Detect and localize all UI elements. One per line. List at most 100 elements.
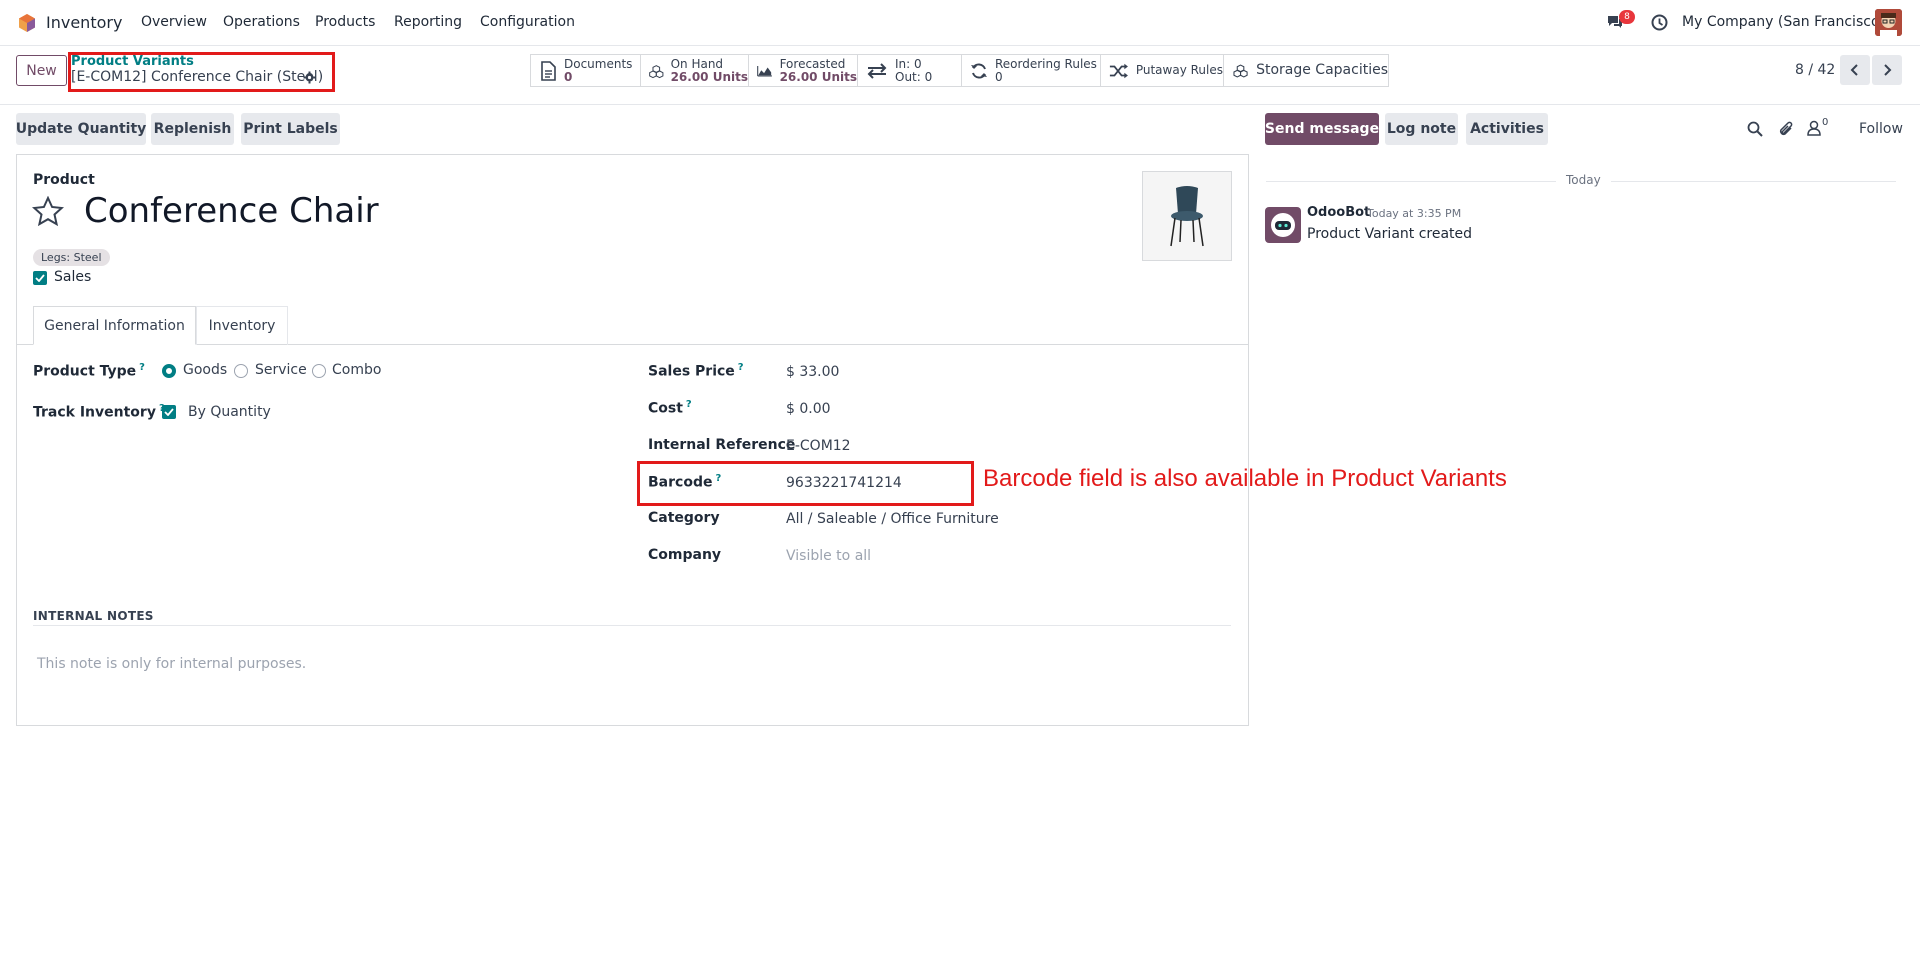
internal-reference-label: Internal Reference [648, 437, 796, 453]
annotation-text: Barcode field is also available in Produ… [983, 465, 1507, 492]
product-type-combo-radio[interactable] [312, 364, 326, 378]
check-icon [35, 274, 45, 282]
menu-configuration[interactable]: Configuration [480, 14, 575, 30]
messages-badge: 8 [1619, 10, 1635, 24]
menu-reporting[interactable]: Reporting [394, 14, 462, 30]
robot-icon [1271, 213, 1295, 237]
shuffle-icon [1109, 63, 1128, 78]
company-field[interactable]: Visible to all [786, 548, 871, 564]
forecasted-value: 26.00 Units [779, 69, 857, 84]
product-type-goods-label: Goods [183, 362, 228, 378]
category-label: Category [648, 510, 720, 526]
on-hand-smart-button[interactable]: On Hand 26.00 Units [640, 54, 749, 87]
help-icon[interactable]: ? [139, 362, 145, 373]
date-separator: Today [1556, 173, 1611, 187]
internal-reference-field[interactable]: E-COM12 [786, 438, 851, 454]
reordering-label: Reordering Rules [995, 56, 1097, 71]
breadcrumb-current: [E-COM12] Conference Chair (Steel) [71, 69, 323, 85]
clock-icon[interactable] [1651, 14, 1668, 31]
track-inventory-label: Track Inventory? [33, 403, 165, 421]
sales-label: Sales [54, 269, 92, 285]
forecasted-smart-button[interactable]: Forecasted 26.00 Units [748, 54, 858, 87]
menu-products[interactable]: Products [315, 14, 375, 30]
product-image[interactable] [1142, 171, 1232, 261]
print-labels-button[interactable]: Print Labels [241, 113, 340, 145]
attribute-tag: Legs: Steel [33, 249, 110, 266]
documents-smart-button[interactable]: Documents 0 [530, 54, 641, 87]
exchange-icon [867, 62, 887, 79]
activities-button[interactable]: Activities [1466, 113, 1548, 145]
odoobot-avatar [1265, 207, 1301, 243]
product-type-label: Product Type? [33, 362, 145, 380]
storage-label: Storage Capacities [1256, 62, 1388, 78]
product-label: Product [33, 172, 95, 188]
out-value: Out: 0 [895, 69, 933, 84]
help-icon[interactable]: ? [686, 399, 692, 410]
barcode-label: Barcode? [648, 473, 721, 491]
documents-label: Documents [564, 56, 633, 71]
pager-previous-button[interactable] [1840, 55, 1870, 85]
cost-field[interactable]: $ 0.00 [786, 401, 831, 417]
odoo-app-icon[interactable] [17, 13, 37, 33]
new-button[interactable]: New [16, 55, 67, 86]
message-author[interactable]: OdooBot [1307, 205, 1370, 220]
pager-value[interactable]: 8 / 42 [1795, 62, 1835, 78]
sales-checkbox[interactable] [33, 271, 47, 285]
user-avatar[interactable] [1875, 9, 1902, 36]
product-name[interactable]: Conference Chair [84, 191, 379, 231]
company-switcher[interactable]: My Company (San Francisco) [1682, 14, 1885, 30]
track-inventory-value[interactable]: By Quantity [188, 404, 271, 420]
replenish-button[interactable]: Replenish [151, 113, 234, 145]
cost-label-text: Cost [648, 400, 683, 417]
reordering-value: 0 [995, 69, 1003, 84]
paperclip-icon[interactable] [1778, 120, 1794, 138]
search-icon[interactable] [1747, 121, 1763, 137]
in-out-smart-button[interactable]: In: 0 Out: 0 [857, 54, 962, 87]
followers-count: 0 [1822, 117, 1829, 128]
send-message-button[interactable]: Send message [1265, 113, 1379, 145]
product-type-goods-radio[interactable] [162, 364, 176, 378]
area-chart-icon [757, 65, 772, 76]
sales-price-field[interactable]: $ 33.00 [786, 364, 839, 380]
pager-next-button[interactable] [1872, 55, 1902, 85]
update-quantity-button[interactable]: Update Quantity [16, 113, 146, 145]
star-icon[interactable] [32, 196, 64, 227]
putaway-rules-smart-button[interactable]: Putaway Rules [1100, 54, 1224, 87]
app-name[interactable]: Inventory [46, 13, 122, 32]
barcode-label-text: Barcode [648, 474, 713, 491]
header-divider [0, 104, 1920, 105]
barcode-field[interactable]: 9633221741214 [786, 475, 902, 491]
help-icon[interactable]: ? [715, 473, 721, 484]
chevron-left-icon [1850, 64, 1858, 76]
forecasted-label: Forecasted [779, 56, 846, 71]
menu-operations[interactable]: Operations [223, 14, 300, 30]
putaway-label: Putaway Rules [1135, 63, 1223, 77]
document-icon [541, 60, 556, 81]
followers-icon[interactable] [1807, 120, 1821, 136]
on-hand-value: 26.00 Units [670, 69, 748, 84]
sales-price-label-text: Sales Price [648, 363, 735, 380]
product-type-service-label: Service [255, 362, 307, 378]
message-time: Today at 3:35 PM [1367, 207, 1462, 220]
product-type-service-radio[interactable] [234, 364, 248, 378]
message-body: Product Variant created [1307, 226, 1473, 242]
company-label: Company [648, 547, 722, 563]
follow-button[interactable]: Follow [1859, 121, 1903, 137]
help-icon[interactable]: ? [738, 362, 744, 373]
top-navbar: Inventory Overview Operations Products R… [0, 0, 1920, 46]
documents-value: 0 [564, 69, 573, 84]
product-type-label-text: Product Type [33, 363, 137, 380]
breadcrumb-parent[interactable]: Product Variants [71, 54, 194, 69]
refresh-icon [971, 62, 987, 79]
category-field[interactable]: All / Saleable / Office Furniture [786, 511, 999, 527]
storage-capacities-smart-button[interactable]: Storage Capacities [1223, 54, 1389, 87]
reordering-rules-smart-button[interactable]: Reordering Rules 0 [961, 54, 1101, 87]
chair-image [1170, 186, 1204, 247]
track-inventory-checkbox[interactable] [162, 405, 176, 419]
gear-icon[interactable] [303, 71, 316, 84]
internal-notes-field[interactable]: This note is only for internal purposes. [37, 656, 306, 672]
menu-overview[interactable]: Overview [141, 14, 207, 30]
tab-inventory[interactable]: Inventory [196, 306, 288, 345]
tab-general-information[interactable]: General Information [33, 306, 196, 345]
log-note-button[interactable]: Log note [1385, 113, 1458, 145]
